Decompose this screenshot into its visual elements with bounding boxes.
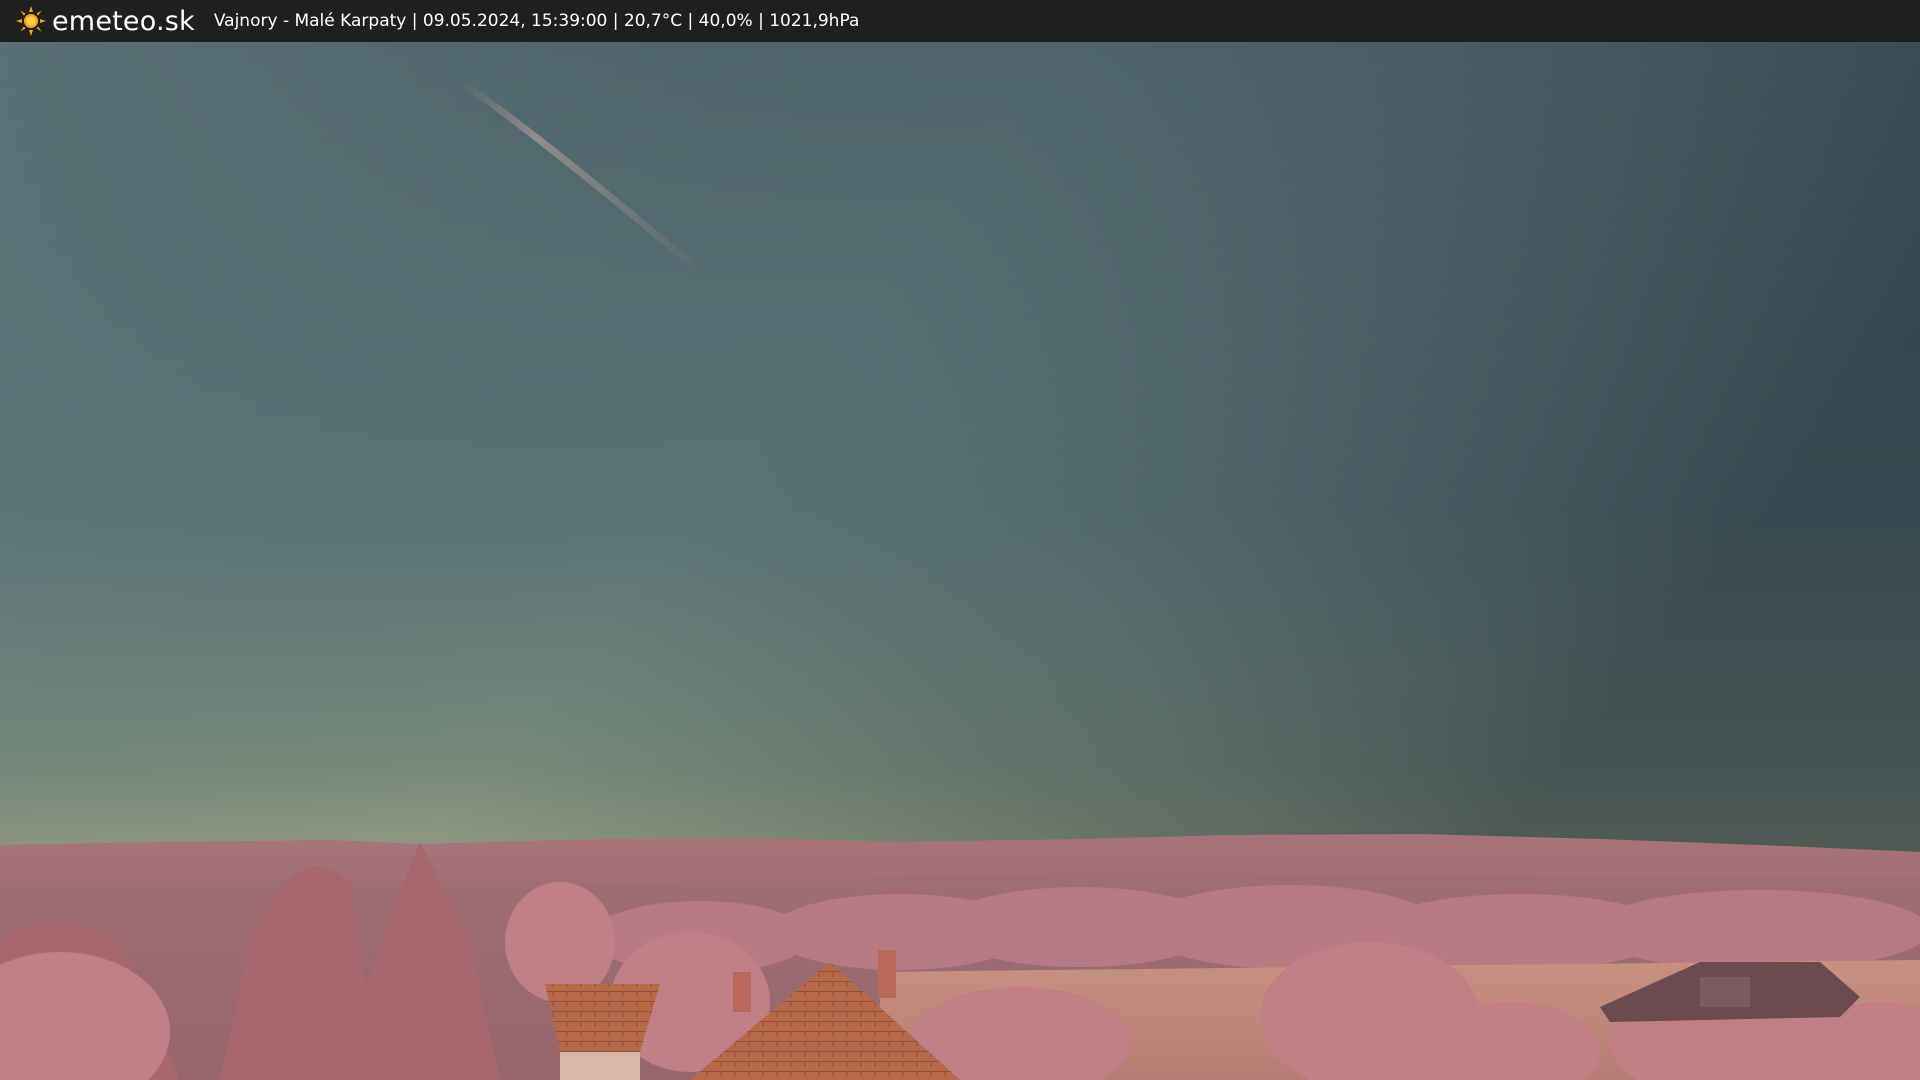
brand-logo-text: emeteo.sk: [52, 5, 195, 37]
weather-info-text: Vajnory - Malé Karpaty | 09.05.2024, 15:…: [213, 11, 860, 31]
webcam-frame: emeteo.sk Vajnory - Malé Karpaty | 09.05…: [0, 0, 1920, 1080]
webcam-image: [0, 42, 1920, 1080]
sun-icon: [14, 4, 48, 38]
top-bar: emeteo.sk Vajnory - Malé Karpaty | 09.05…: [0, 0, 1920, 42]
